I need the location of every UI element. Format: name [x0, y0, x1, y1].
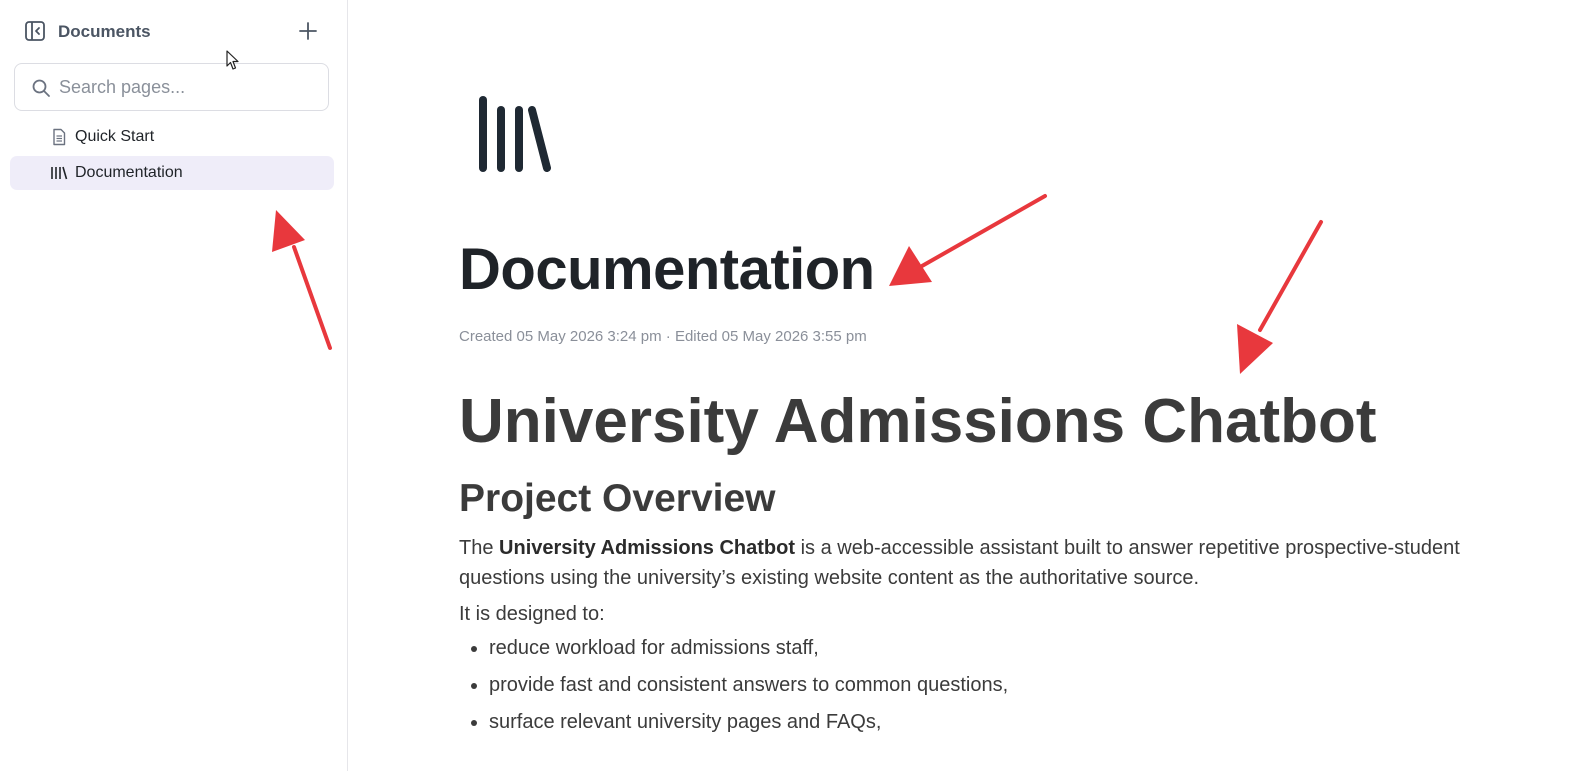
- page-title[interactable]: Documentation: [459, 236, 875, 303]
- sidebar-item-documentation[interactable]: Documentation: [10, 156, 334, 190]
- designed-to-paragraph: It is designed to:: [459, 603, 605, 625]
- plus-icon: [299, 22, 317, 40]
- sidebar-collapse-icon: [25, 21, 45, 41]
- document-view: Documentation Created 05 May 2026 3:24 p…: [349, 0, 1587, 771]
- library-icon[interactable]: [477, 96, 553, 172]
- sidebar-item-quick-start[interactable]: Quick Start: [10, 120, 334, 154]
- page-meta: Created 05 May 2026 3:24 pm · Edited 05 …: [459, 328, 867, 345]
- search-input[interactable]: [59, 72, 314, 102]
- heading-2: Project Overview: [459, 477, 776, 520]
- goals-list: reduce workload for admissions staff, pr…: [459, 633, 1469, 737]
- heading-1: University Admissions Chatbot: [459, 387, 1377, 456]
- sidebar-item-label: Documentation: [75, 164, 183, 181]
- list-item: surface relevant university pages and FA…: [489, 707, 1469, 737]
- list-item: reduce workload for admissions staff,: [489, 633, 1469, 663]
- mouse-cursor-icon: [226, 50, 239, 70]
- library-icon: [51, 166, 68, 180]
- document-body[interactable]: University Admissions Chatbot Project Ov…: [459, 384, 1469, 744]
- sidebar: Documents Quick Start Do: [0, 0, 348, 771]
- search-box: [14, 63, 329, 111]
- page-icon: [53, 128, 66, 146]
- intro-text-bold: University Admissions Chatbot: [499, 537, 796, 559]
- sidebar-title: Documents: [58, 22, 151, 41]
- intro-paragraph: The University Admissions Chatbot is a w…: [459, 533, 1469, 593]
- add-page-button[interactable]: [296, 19, 320, 43]
- sidebar-header: Documents: [0, 0, 348, 62]
- search-icon: [32, 79, 50, 97]
- collapse-sidebar-button[interactable]: [24, 20, 46, 42]
- sidebar-item-label: Quick Start: [75, 128, 155, 145]
- intro-text-pre: The: [459, 537, 500, 559]
- list-item: provide fast and consistent answers to c…: [489, 670, 1469, 700]
